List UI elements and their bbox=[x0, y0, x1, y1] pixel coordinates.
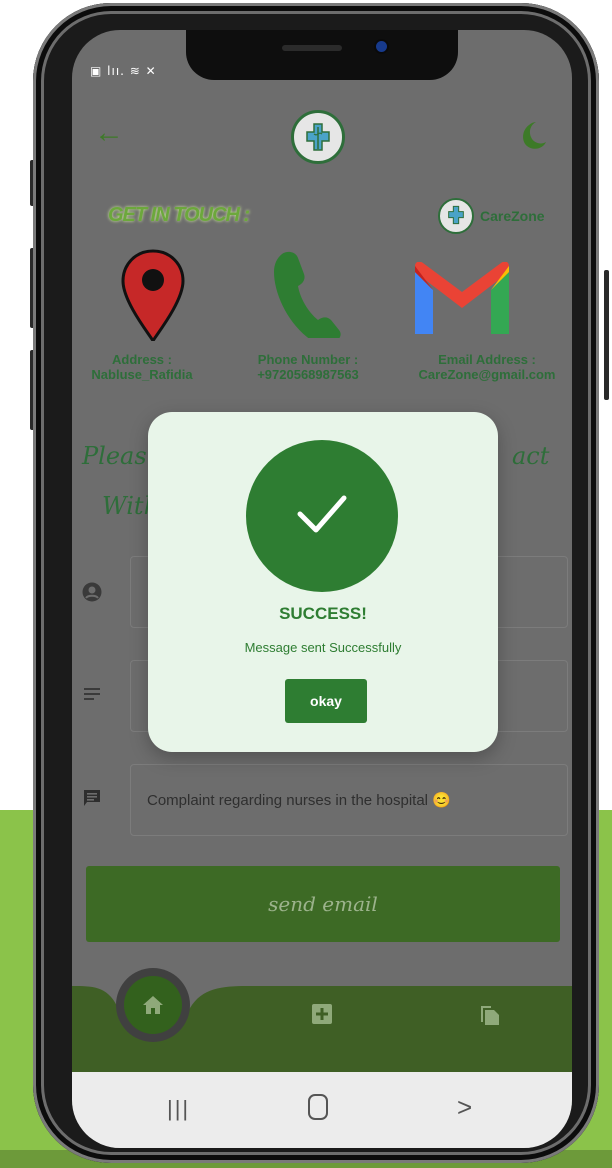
carezone-logo bbox=[291, 110, 345, 164]
success-check-badge bbox=[246, 440, 398, 592]
success-dialog: SUCCESS! Message sent Successfully okay bbox=[148, 412, 498, 752]
intro-text-start: Pleas bbox=[82, 442, 147, 470]
checkmark-icon bbox=[297, 495, 347, 533]
moon-icon[interactable] bbox=[518, 120, 550, 152]
contact-phone-label: Phone Number : bbox=[257, 352, 359, 367]
medical-cross-icon bbox=[448, 205, 464, 225]
message-icon bbox=[84, 790, 100, 806]
gmail-icon[interactable] bbox=[415, 262, 509, 334]
medical-cross-icon bbox=[306, 123, 330, 151]
dialog-title: SUCCESS! bbox=[279, 604, 367, 623]
message-field-value: Complaint regarding nurses in the hospit… bbox=[147, 792, 451, 809]
notch-speaker bbox=[282, 45, 342, 51]
phone-screen: ▣ lıı. ≋ ✕ ← GET IN TOUCH : CareZone Add… bbox=[72, 30, 572, 1148]
system-back-button[interactable]: > bbox=[457, 1092, 472, 1123]
send-email-button[interactable]: send email bbox=[86, 866, 560, 942]
system-navigation-bar: ||| > bbox=[72, 1072, 572, 1148]
subject-lines-icon bbox=[84, 688, 100, 700]
brand-badge: CareZone bbox=[438, 198, 545, 234]
brand-name: CareZone bbox=[480, 208, 545, 224]
message-field[interactable]: Complaint regarding nurses in the hospit… bbox=[130, 764, 568, 836]
phone-icon[interactable] bbox=[272, 250, 342, 338]
contact-phone-value: +9720568987563 bbox=[257, 367, 359, 382]
person-icon bbox=[82, 582, 102, 602]
get-in-touch-heading: GET IN TOUCH : bbox=[108, 204, 250, 226]
intro-text-end: act bbox=[512, 442, 550, 470]
map-pin-icon[interactable] bbox=[120, 248, 186, 344]
home-nav-button[interactable] bbox=[124, 976, 182, 1034]
phone-power-button bbox=[604, 270, 609, 400]
arrow-left-icon[interactable]: ← bbox=[94, 118, 124, 148]
contact-address: Address : Nabluse_Rafidia bbox=[72, 352, 212, 382]
contact-email-label: Email Address : bbox=[438, 352, 536, 367]
contact-email: Email Address : CareZone@gmail.com bbox=[402, 352, 572, 382]
recent-apps-button[interactable]: ||| bbox=[167, 1096, 190, 1122]
documents-icon[interactable] bbox=[478, 1002, 502, 1026]
contact-phone: Phone Number : +9720568987563 bbox=[234, 352, 382, 382]
system-home-button[interactable] bbox=[308, 1094, 328, 1120]
okay-button[interactable]: okay bbox=[285, 679, 367, 723]
front-camera bbox=[376, 41, 387, 52]
contact-email-value: CareZone@gmail.com bbox=[418, 367, 556, 382]
phone-notch bbox=[186, 30, 458, 80]
send-email-label: send email bbox=[268, 892, 378, 916]
contact-address-label: Address : bbox=[112, 352, 172, 367]
contact-address-value: Nabluse_Rafidia bbox=[91, 367, 193, 382]
status-bar: ▣ lıı. ≋ ✕ bbox=[90, 64, 157, 78]
medical-add-icon[interactable] bbox=[310, 1002, 334, 1026]
carezone-mini-logo bbox=[438, 198, 474, 234]
dialog-message: Message sent Successfully bbox=[244, 640, 402, 655]
home-icon bbox=[143, 996, 163, 1014]
